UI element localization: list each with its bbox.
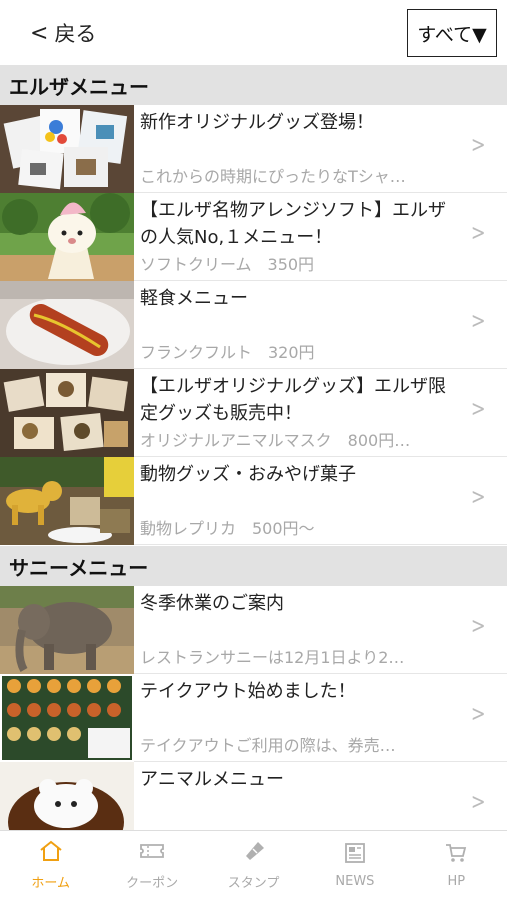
news-icon <box>343 842 367 868</box>
chevron-right-icon: > <box>470 614 486 639</box>
section-header-sunny: サニーメニュー <box>0 546 507 586</box>
back-button[interactable]: < 戻る <box>30 18 96 48</box>
item-subtitle: ソフトクリーム 350円 <box>140 255 315 274</box>
chevron-right-icon: > <box>470 790 486 815</box>
tab-home[interactable]: ホーム <box>0 831 101 900</box>
list-item[interactable]: テイクアウト始めました！ テイクアウトご利用の際は、券売… > <box>0 674 507 762</box>
tab-label: ホーム <box>31 876 71 891</box>
tab-label: HP <box>447 874 466 889</box>
item-title: 冬季休業のご案内 <box>140 593 284 614</box>
tab-hp[interactable]: HP <box>406 831 507 900</box>
list-item[interactable]: 冬季休業のご案内 レストランサニーは12月1日より2… > <box>0 586 507 674</box>
chevron-left-icon: < <box>30 20 49 46</box>
list-item[interactable]: 【エルザオリジナルグッズ】エルザ限定グッズも販売中！ オリジナルアニマルマスク … <box>0 369 507 457</box>
back-label: 戻る <box>54 22 97 46</box>
item-subtitle: レストランサニーは12月1日より2… <box>140 648 405 667</box>
item-title: アニマルメニュー <box>140 769 284 790</box>
item-thumbnail <box>0 105 134 193</box>
item-subtitle: テイクアウトご利用の際は、券売… <box>140 736 396 755</box>
list-item[interactable]: 動物グッズ・おみやげ菓子 動物レプリカ 500円〜 > <box>0 457 507 545</box>
item-subtitle: これからの時期にぴったりなTシャ… <box>140 167 406 186</box>
bottom-tab-bar: ホーム クーポン スタンプ NEWS HP <box>0 830 507 900</box>
item-thumbnail <box>0 369 134 457</box>
item-subtitle: 動物レプリカ 500円〜 <box>140 519 315 538</box>
item-thumbnail <box>0 457 134 545</box>
tab-news[interactable]: NEWS <box>304 831 405 900</box>
stamp-icon <box>242 840 266 866</box>
chevron-right-icon: > <box>470 309 486 334</box>
list-item[interactable]: 軽食メニュー フランクフルト 320円 > <box>0 281 507 369</box>
chevron-right-icon: > <box>470 702 486 727</box>
tab-label: NEWS <box>335 874 375 889</box>
cart-icon <box>444 842 468 868</box>
item-title: 軽食メニュー <box>140 288 248 309</box>
chevron-right-icon: > <box>470 133 486 158</box>
home-icon <box>39 840 63 866</box>
list-item[interactable]: 新作オリジナルグッズ登場！ これからの時期にぴったりなTシャ… > <box>0 105 507 193</box>
header: < 戻る すべて▼ <box>0 0 507 65</box>
item-thumbnail <box>0 193 134 281</box>
tab-stamp[interactable]: スタンプ <box>203 831 304 900</box>
item-thumbnail <box>0 281 134 369</box>
item-title: 【エルザオリジナルグッズ】エルザ限定グッズも販売中！ <box>140 376 446 424</box>
chevron-right-icon: > <box>470 397 486 422</box>
tab-label: スタンプ <box>227 876 280 891</box>
chevron-right-icon: > <box>470 485 486 510</box>
tab-label: クーポン <box>126 876 179 891</box>
ticket-icon <box>139 840 165 866</box>
item-title: 【エルザ名物アレンジソフト】エルザの人気No,１メニュー！ <box>140 200 446 248</box>
tab-coupon[interactable]: クーポン <box>101 831 202 900</box>
item-thumbnail <box>0 586 134 674</box>
item-thumbnail <box>0 674 134 762</box>
item-title: テイクアウト始めました！ <box>140 681 356 702</box>
list-item[interactable]: 【エルザ名物アレンジソフト】エルザの人気No,１メニュー！ ソフトクリーム 35… <box>0 193 507 281</box>
item-title: 新作オリジナルグッズ登場！ <box>140 112 374 133</box>
section-header-elza: エルザメニュー <box>0 65 507 105</box>
item-subtitle: フランクフルト 320円 <box>140 343 315 362</box>
chevron-right-icon: > <box>470 221 486 246</box>
item-title: 動物グッズ・おみやげ菓子 <box>140 464 356 485</box>
filter-dropdown[interactable]: すべて▼ <box>407 9 497 57</box>
item-subtitle: オリジナルアニマルマスク 800円… <box>140 431 411 450</box>
